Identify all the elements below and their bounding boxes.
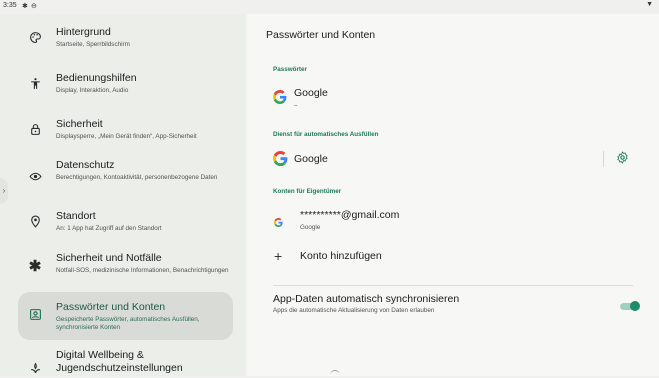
add-account-button[interactable]: Konto hinzufügen <box>300 250 382 262</box>
auto-sync-subtitle: Apps die automatische Aktualisierung von… <box>273 307 435 314</box>
sidebar-item-accessibility[interactable]: Bedienungshilfen Display, Interaktion, A… <box>18 68 233 102</box>
sidebar-item-subtitle: Display, Interaktion, Audio <box>56 87 129 94</box>
sidebar-item-passwords-accounts[interactable]: Passwörter und Konten Gespeicherte Passw… <box>18 292 233 340</box>
account-box-icon <box>28 308 42 322</box>
section-header-autofill: Dienst für automatisches Ausfüllen <box>273 131 379 138</box>
divider <box>273 285 633 286</box>
sidebar-item-title: Standort <box>56 210 96 222</box>
account-provider: Google <box>300 224 321 231</box>
palette-icon <box>28 31 42 45</box>
status-time: 3:35 <box>3 2 17 9</box>
auto-sync-row[interactable]: App-Daten automatisch synchronisieren Ap… <box>273 293 613 319</box>
password-manager-label: Google <box>294 87 328 99</box>
page-title: Passwörter und Konten <box>266 29 376 41</box>
autofill-service-google[interactable]: Google <box>267 148 597 170</box>
sidebar-item-subtitle: Startseite, Sperrbildschirm <box>56 41 130 48</box>
toggle-thumb <box>630 301 640 311</box>
sidebar-item-subtitle: Notfall-SOS, medizinische Informationen,… <box>56 267 229 274</box>
section-header-passwords: Passwörter <box>273 66 307 73</box>
wifi-icon: ▼ <box>646 1 653 8</box>
sidebar-item-subtitle: An: 1 App hat Zugriff auf den Standort <box>56 225 162 232</box>
password-manager-google[interactable]: Google – <box>267 82 627 112</box>
sidebar-item-safety-emergency[interactable]: ✱ Sicherheit und Notfälle Notfall-SOS, m… <box>18 248 233 288</box>
asterisk-icon: ✱ <box>28 258 42 275</box>
add-icon: + <box>274 248 283 264</box>
sidebar-item-title: Digital Wellbeing & Jugendschutzeinstell… <box>56 349 183 374</box>
sidebar-item-title: Sicherheit und Notfälle <box>56 252 162 264</box>
privacy-eye-icon <box>28 170 42 184</box>
sidebar-item-wallpaper[interactable]: Hintergrund Startseite, Sperrbildschirm <box>18 22 233 56</box>
sidebar-item-title: Sicherheit <box>56 118 103 130</box>
sidebar-item-title: Passwörter und Konten <box>56 301 166 313</box>
google-logo-icon <box>273 151 288 171</box>
password-manager-subtitle: – <box>294 102 298 109</box>
main-panel: Passwörter und Konten Passwörter Google … <box>247 14 659 376</box>
navigation-handle[interactable] <box>330 370 340 375</box>
settings-sidebar: Hintergrund Startseite, Sperrbildschirm … <box>0 14 245 376</box>
settings-status-icon: ✱ <box>22 3 28 10</box>
google-logo-icon <box>273 90 287 109</box>
back-gesture-handle[interactable]: › <box>0 178 8 204</box>
status-bar: 3:35 ✱ ⊖ ▼ <box>0 0 659 14</box>
sidebar-item-subtitle: Gespeicherte Passwörter, automatisches A… <box>56 316 200 331</box>
sidebar-item-privacy[interactable]: Datenschutz Berechtigungen, Kontoaktivit… <box>18 156 233 198</box>
location-pin-icon <box>28 215 42 229</box>
sidebar-item-digital-wellbeing[interactable]: Digital Wellbeing & Jugendschutzeinstell… <box>18 346 233 376</box>
lock-icon <box>28 123 42 137</box>
auto-sync-title: App-Daten automatisch synchronisieren <box>273 293 460 305</box>
wellbeing-icon <box>28 362 42 376</box>
sidebar-item-subtitle: Berechtigungen, Kontoaktivität, personen… <box>56 174 218 181</box>
sync-status-icon: ⊖ <box>31 3 37 10</box>
sidebar-item-title: Bedienungshilfen <box>56 72 137 84</box>
vertical-divider <box>603 151 604 167</box>
autofill-settings-gear-icon[interactable] <box>615 151 629 165</box>
sidebar-item-title: Datenschutz <box>56 159 115 171</box>
sidebar-item-security[interactable]: Sicherheit Displaysperre, „Mein Gerät fi… <box>18 114 233 148</box>
auto-sync-toggle[interactable] <box>620 301 642 311</box>
autofill-service-label: Google <box>294 153 328 165</box>
sidebar-item-location[interactable]: Standort An: 1 App hat Zugriff auf den S… <box>18 206 233 240</box>
account-item[interactable]: **********@gmail.com Google <box>267 206 627 236</box>
sidebar-item-subtitle: Displaysperre, „Mein Gerät finden“, App-… <box>56 133 197 140</box>
accessibility-icon <box>28 77 42 91</box>
account-email: **********@gmail.com <box>300 209 400 221</box>
google-small-icon <box>274 214 283 232</box>
sidebar-item-title: Hintergrund <box>56 26 111 38</box>
section-header-accounts: Konten für Eigentümer <box>273 188 342 195</box>
